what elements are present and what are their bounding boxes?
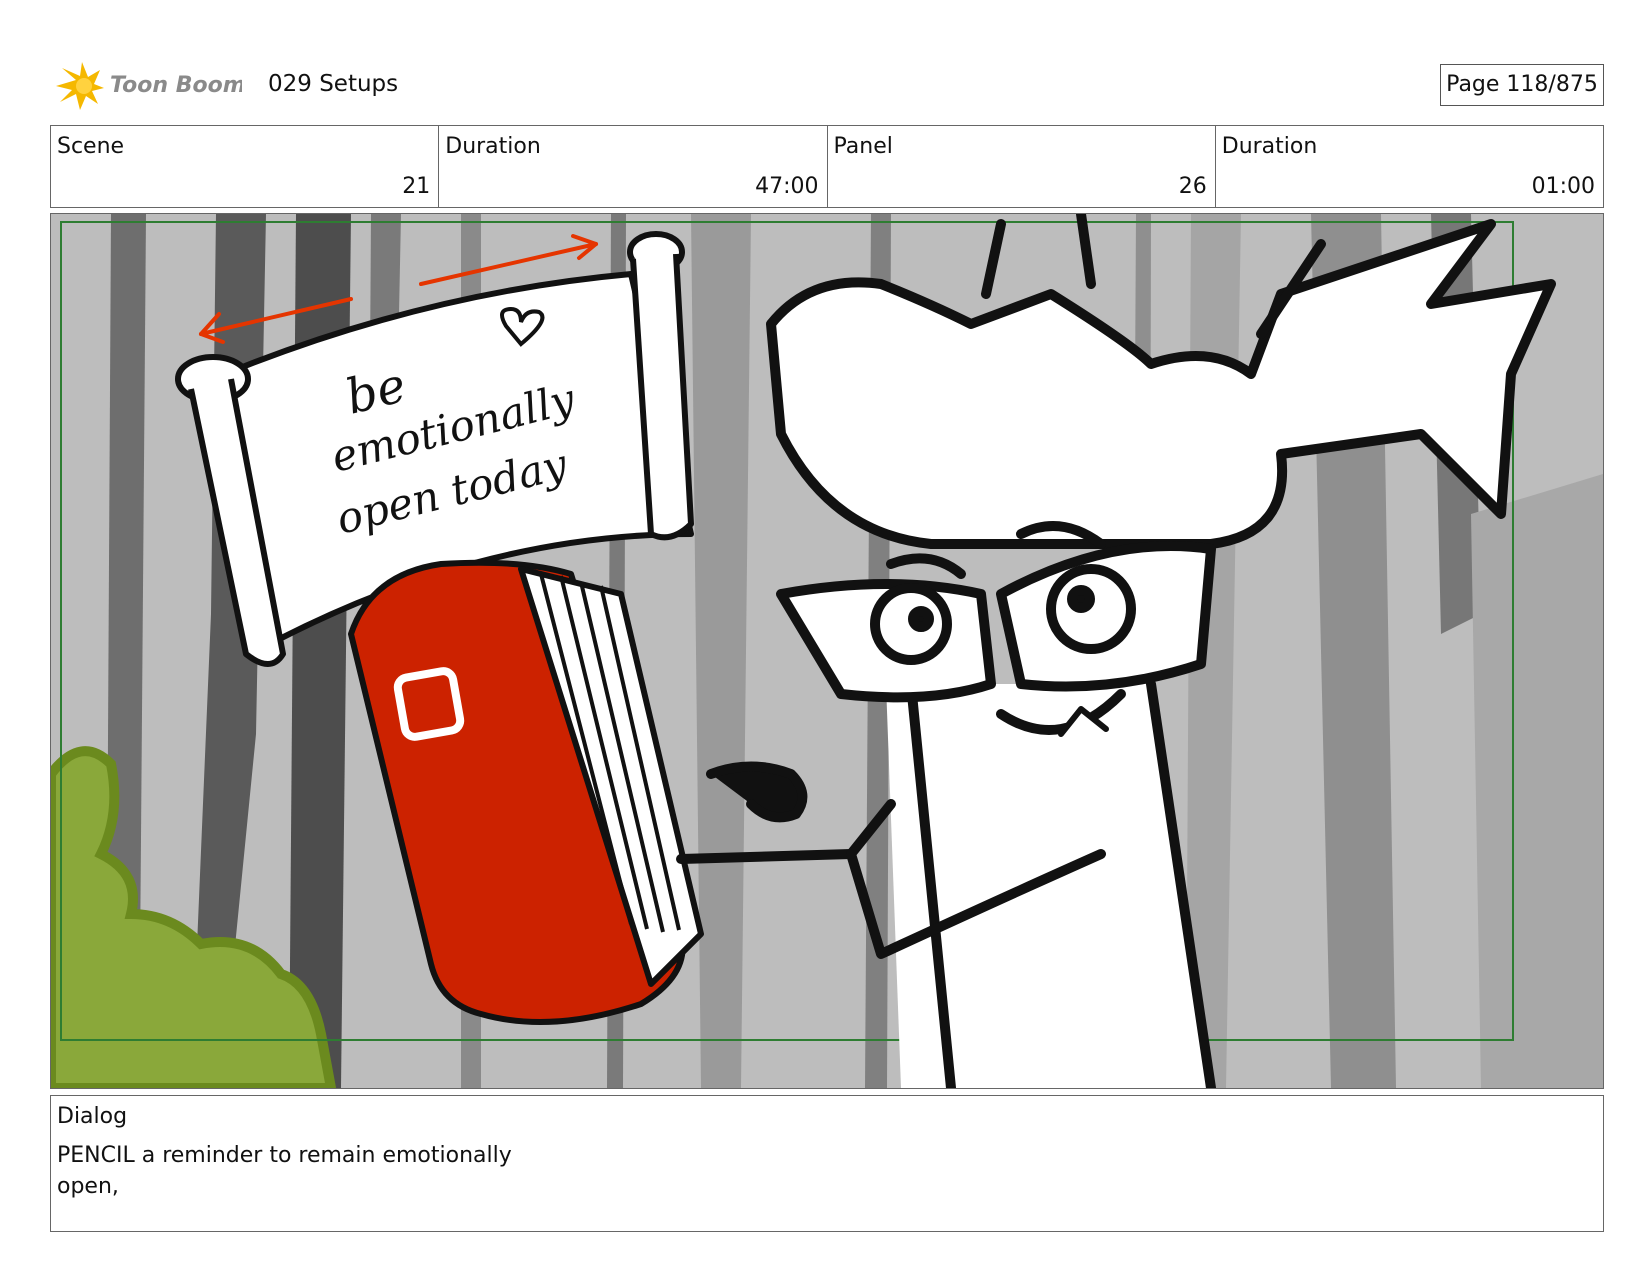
dialog-box: Dialog PENCIL a reminder to remain emoti… [50,1095,1604,1232]
scene-duration-label: Duration [445,134,541,159]
dialog-text: PENCIL a reminder to remain emotionally … [57,1143,512,1199]
scene-duration-value: 47:00 [755,174,819,199]
panel-info-table: Scene 21 Duration 47:00 Panel 26 Duratio… [50,125,1604,208]
toon-boom-logo: Toon Boom [52,60,242,112]
sun-burst-icon [56,62,104,110]
panel-cell: Panel 26 [828,126,1216,207]
panel-duration-cell: Duration 01:00 [1216,126,1603,207]
scene-cell: Scene 21 [51,126,440,207]
scene-label: Scene [57,134,125,159]
panel-duration-label: Duration [1221,134,1318,159]
panel-duration-value: 01:00 [1531,174,1595,199]
page-indicator: Page 118/875 [1440,64,1604,106]
project-title: 029 Setups [268,71,399,97]
panel-label: Panel [833,134,893,159]
panel-value: 26 [1178,174,1207,199]
scene-value: 21 [402,174,431,199]
scene-duration-cell: Duration 47:00 [439,126,828,207]
storyboard-panel: be emotionally open today [50,213,1604,1089]
logo-wordmark: Toon Boom [110,73,242,98]
dialog-label: Dialog [57,1104,128,1129]
